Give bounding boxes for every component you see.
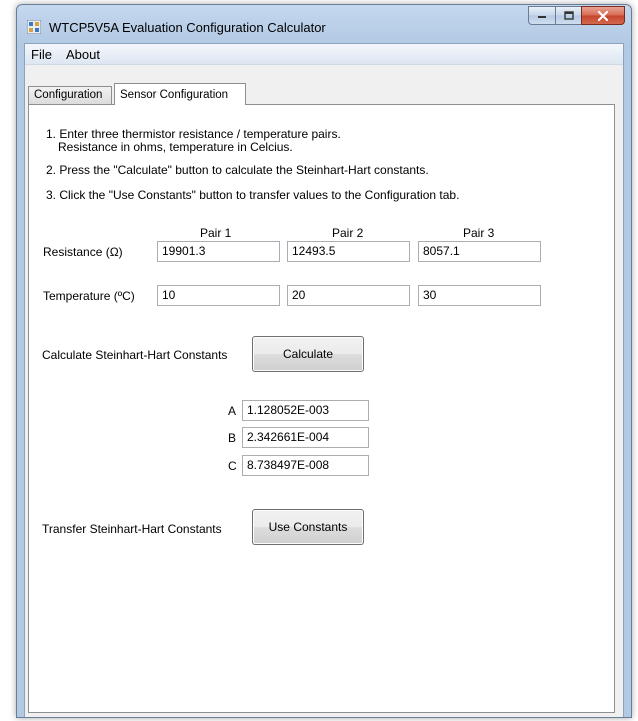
instruction-step-1-detail: Resistance in ohms, temperature in Celci… xyxy=(58,140,293,154)
sensor-configuration-page: 1. Enter three thermistor resistance / t… xyxy=(28,104,615,713)
constant-a-label: A xyxy=(228,404,237,418)
caption-buttons xyxy=(528,6,625,26)
temperature-label: Temperature (ºC) xyxy=(43,289,135,303)
transfer-label: Transfer Steinhart-Hart Constants xyxy=(42,522,222,536)
constant-c-field[interactable]: 8.738497E-008 xyxy=(242,455,369,476)
constant-b-field[interactable]: 2.342661E-004 xyxy=(242,427,369,448)
pair-2-header: Pair 2 xyxy=(332,226,364,240)
window-title: WTCP5V5A Evaluation Configuration Calcul… xyxy=(49,20,326,35)
resistance-label: Resistance (Ω) xyxy=(43,245,123,259)
minimize-button[interactable] xyxy=(528,6,555,25)
temperature-pair-3-input[interactable]: 30 xyxy=(418,285,541,306)
close-icon xyxy=(597,10,609,21)
maximize-button[interactable] xyxy=(555,6,581,25)
menu-bar: File About xyxy=(25,44,623,65)
instruction-step-2: 2. Press the "Calculate" button to calcu… xyxy=(46,163,429,177)
resistance-pair-3-input[interactable]: 8057.1 xyxy=(418,241,541,262)
constant-a-field[interactable]: 1.128052E-003 xyxy=(242,400,369,421)
constant-c-label: C xyxy=(228,459,237,473)
minimize-icon xyxy=(538,15,546,18)
close-button[interactable] xyxy=(581,6,625,25)
calculate-label: Calculate Steinhart-Hart Constants xyxy=(42,348,228,362)
temperature-pair-2-input[interactable]: 20 xyxy=(287,285,410,306)
use-constants-button[interactable]: Use Constants xyxy=(252,509,364,545)
tab-sensor-configuration[interactable]: Sensor Configuration xyxy=(114,83,246,105)
app-icon xyxy=(27,20,41,34)
maximize-icon xyxy=(563,11,574,20)
instruction-step-3: 3. Click the "Use Constants" button to t… xyxy=(46,188,460,202)
client-area: File About Configuration Sensor Configur… xyxy=(24,43,624,717)
instruction-step-1: 1. Enter three thermistor resistance / t… xyxy=(46,127,341,141)
menu-file[interactable]: File xyxy=(31,47,52,62)
pair-1-header: Pair 1 xyxy=(200,226,232,240)
app-window: WTCP5V5A Evaluation Configuration Calcul… xyxy=(16,4,632,718)
resistance-pair-2-input[interactable]: 12493.5 xyxy=(287,241,410,262)
constant-b-label: B xyxy=(228,431,237,445)
menu-about[interactable]: About xyxy=(66,47,100,62)
pair-3-header: Pair 3 xyxy=(463,226,495,240)
calculate-button[interactable]: Calculate xyxy=(252,336,364,372)
title-bar[interactable]: WTCP5V5A Evaluation Configuration Calcul… xyxy=(17,5,631,43)
resistance-pair-1-input[interactable]: 19901.3 xyxy=(157,241,280,262)
temperature-pair-1-input[interactable]: 10 xyxy=(157,285,280,306)
tab-configuration[interactable]: Configuration xyxy=(28,86,112,104)
